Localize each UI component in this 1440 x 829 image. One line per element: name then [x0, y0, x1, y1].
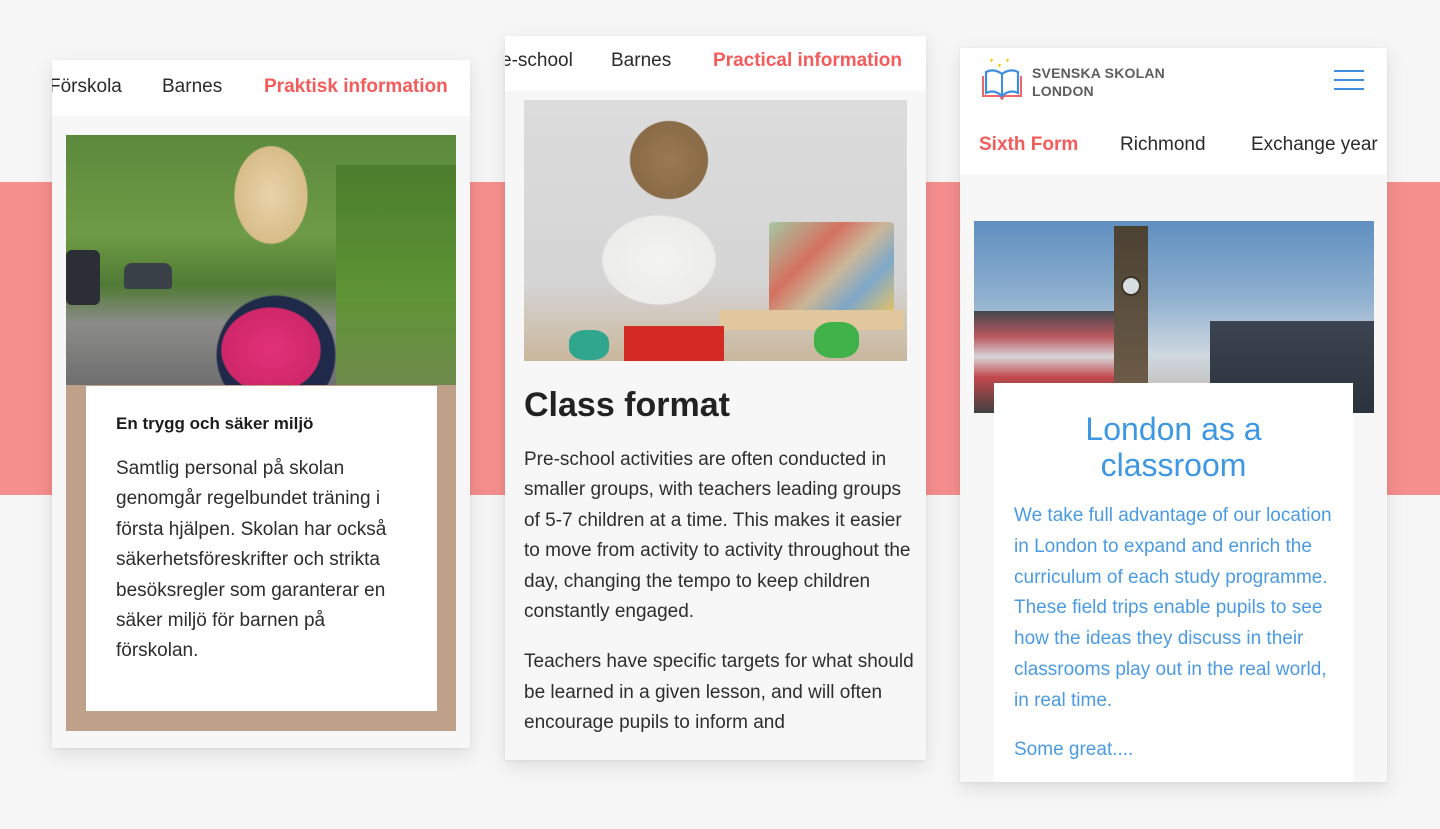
site-header: SVENSKA SKOLAN LONDON Sixth Form Richmon… — [960, 48, 1387, 174]
clock-tower-shape — [1114, 226, 1148, 386]
card-body-continued: Some great.... — [1014, 738, 1134, 760]
section-nav: Förskola Barnes Praktisk information — [52, 60, 470, 116]
school-name-line2: LONDON — [1032, 83, 1094, 99]
nav-item-pre-school[interactable]: e-school — [505, 50, 573, 72]
nav-item-sixth-form[interactable]: Sixth Form — [979, 134, 1078, 156]
hedge-shape — [336, 165, 456, 385]
card-heading: London as a classroom — [1085, 411, 1262, 483]
school-name-line1: SVENSKA SKOLAN — [1032, 65, 1165, 81]
parked-car-shape — [66, 250, 100, 305]
green-tree-toy-shape — [814, 322, 859, 358]
nav-item-forskola[interactable]: Förskola — [52, 76, 122, 98]
nav-item-practical-information[interactable]: Practical information — [713, 50, 902, 72]
paragraph: Teachers have specific targets for what … — [524, 651, 914, 734]
boy-playing-blocks-photo — [524, 100, 907, 361]
page-title: Class format — [524, 386, 730, 424]
clock-face-shape — [1121, 276, 1141, 296]
school-logo-icon[interactable] — [980, 56, 1024, 100]
nav-item-barnes[interactable]: Barnes — [611, 50, 671, 72]
nav-item-exchange-year[interactable]: Exchange year — [1251, 134, 1378, 156]
card-heading: En trygg och säker miljö — [116, 414, 314, 433]
car-shape — [124, 263, 172, 289]
teal-toy-shape — [569, 330, 609, 360]
info-card: London as a classroom We take full advan… — [994, 383, 1353, 782]
nav-item-richmond[interactable]: Richmond — [1120, 134, 1206, 156]
info-card: En trygg och säker miljö Samtlig persona… — [86, 386, 437, 711]
nav-item-praktisk-information[interactable]: Praktisk information — [264, 76, 448, 98]
toy-bin-shape — [769, 222, 894, 312]
school-name[interactable]: SVENSKA SKOLAN LONDON — [1032, 64, 1165, 100]
mobile-screen-london: SVENSKA SKOLAN LONDON Sixth Form Richmon… — [960, 48, 1387, 782]
mobile-screen-preschool: e-school Barnes Practical information Cl… — [505, 36, 926, 760]
mobile-screen-swedish: Förskola Barnes Praktisk information En … — [52, 60, 470, 748]
section-nav: e-school Barnes Practical information — [505, 36, 926, 91]
nav-item-barnes[interactable]: Barnes — [162, 76, 222, 98]
card-body: We take full advantage of our location i… — [1014, 505, 1332, 711]
girl-with-backpack-photo — [66, 135, 456, 385]
hamburger-menu-icon[interactable] — [1334, 70, 1364, 92]
wooden-block-shape — [719, 310, 904, 330]
red-toy-shape — [624, 326, 724, 361]
card-body: Samtlig personal på skolan genomgår rege… — [116, 458, 387, 662]
paragraph: Pre-school activities are often conducte… — [524, 449, 911, 623]
article-body: Pre-school activities are often conducte… — [524, 445, 914, 759]
